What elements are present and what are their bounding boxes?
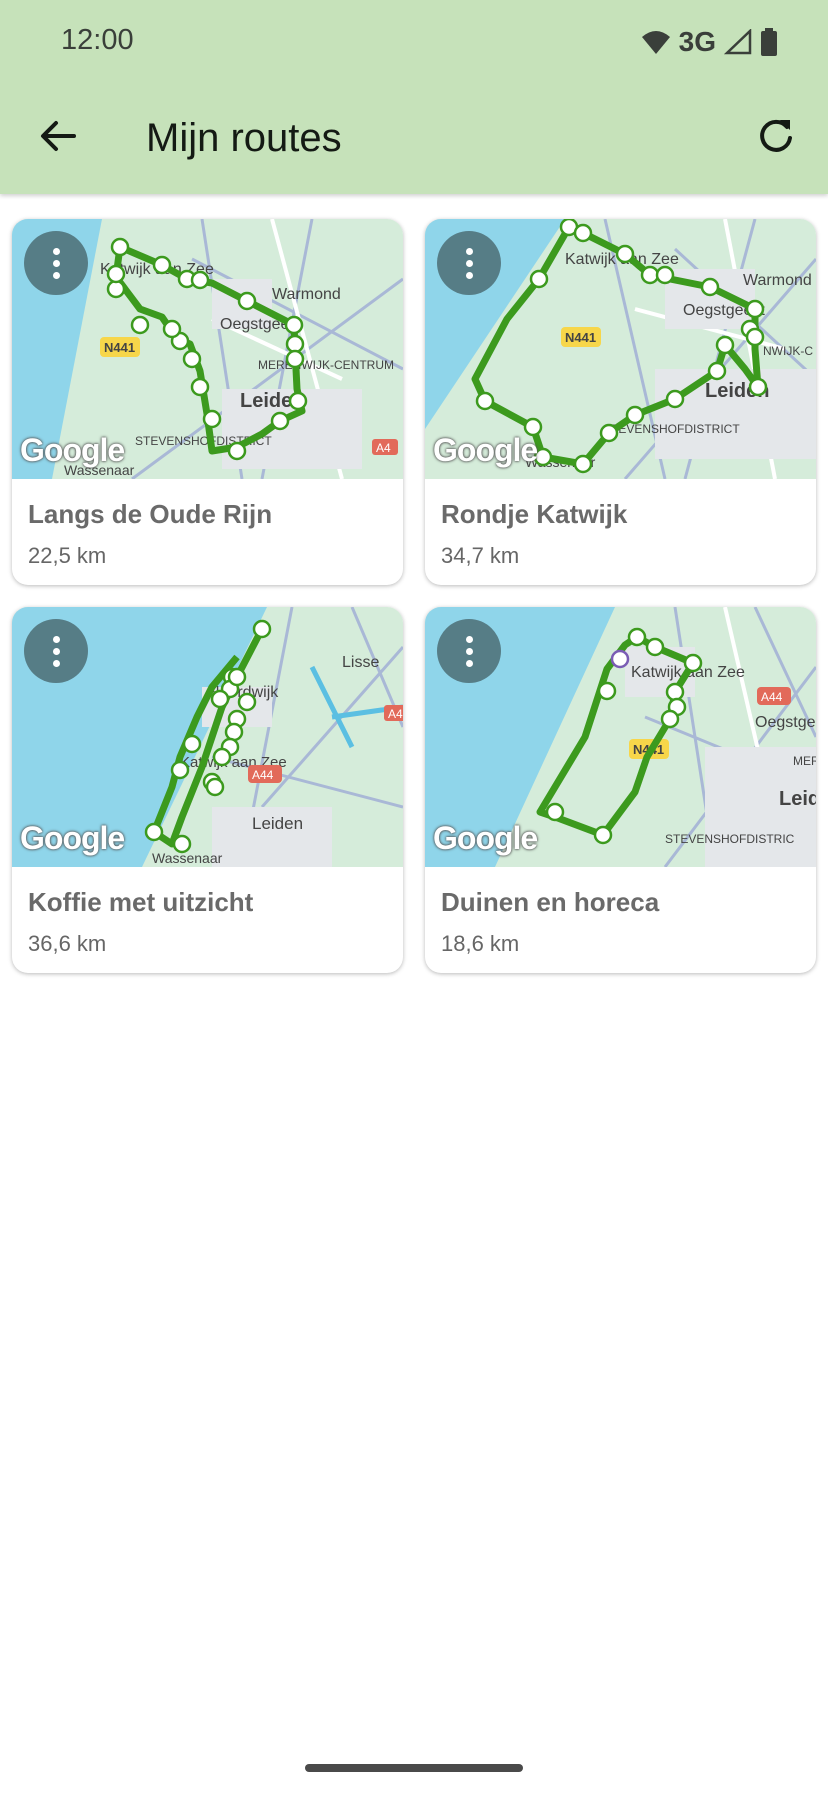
map-label: A4	[376, 441, 391, 455]
route-distance: 22,5 km	[28, 543, 107, 568]
map-label: Lisse	[342, 654, 379, 671]
route-distance: 18,6 km	[441, 931, 520, 956]
route-options-button[interactable]	[24, 619, 88, 683]
map-label: MER	[793, 754, 816, 768]
map-label: Wassenaar	[152, 850, 223, 866]
map-label: STEVENSHOFDISTRIC	[665, 832, 795, 846]
route-distance: 36,6 km	[28, 931, 107, 956]
google-logo: Google	[20, 820, 125, 856]
route-title: Langs de Oude Rijn	[28, 499, 273, 529]
route-options-button[interactable]	[437, 231, 501, 295]
route-options-button[interactable]	[24, 231, 88, 295]
google-logo: Google	[433, 432, 538, 468]
network-type: 3G	[678, 26, 716, 57]
map-label: Warmond	[743, 272, 812, 289]
route-title: Rondje Katwijk	[441, 499, 628, 529]
refresh-icon	[760, 119, 792, 152]
google-logo: Google	[433, 820, 538, 856]
route-options-button[interactable]	[437, 619, 501, 683]
map-label: A4	[388, 707, 403, 721]
map-label: NWIJK-C	[763, 344, 813, 358]
map-label: Oegstgeest	[755, 714, 816, 731]
signal-icon	[724, 29, 752, 55]
arrow-left-icon	[41, 121, 76, 151]
route-map[interactable]: Katwijk aan Zee A44 Oegstgeest N441 MER …	[425, 607, 816, 867]
google-logo: Google	[20, 432, 125, 468]
battery-icon	[761, 28, 777, 56]
map-label: N441	[104, 340, 135, 355]
map-label: MERENWIJK-CENTRUM	[258, 358, 394, 372]
route-card[interactable]: Katwijk aan Zee Warmond Oegstgeest N441 …	[12, 219, 403, 585]
map-label: A44	[252, 768, 274, 782]
map-label: Warmond	[272, 286, 341, 303]
back-button[interactable]	[30, 108, 86, 164]
route-map[interactable]: Lisse Noordwijk Katwijk aan Zee A44 Leid…	[12, 607, 403, 867]
route-distance: 34,7 km	[441, 543, 520, 568]
route-card[interactable]: Lisse Noordwijk Katwijk aan Zee A44 Leid…	[12, 607, 403, 973]
route-card[interactable]: Katwijk aan Zee A44 Oegstgeest N441 MER …	[425, 607, 816, 973]
map-label: Leiden	[252, 814, 303, 833]
route-map[interactable]: Katwijk aan Zee Warmond Oegstgeest N441 …	[425, 219, 816, 479]
refresh-button[interactable]	[748, 108, 804, 164]
status-icons: 3G	[641, 22, 778, 62]
route-map[interactable]: Katwijk aan Zee Warmond Oegstgeest N441 …	[12, 219, 403, 479]
route-title: Duinen en horeca	[441, 887, 660, 917]
map-label: Leid	[779, 788, 816, 810]
home-indicator[interactable]	[305, 1764, 523, 1772]
status-time: 12:00	[61, 24, 134, 56]
map-label: A44	[761, 690, 783, 704]
page-title: Mijn routes	[146, 116, 342, 160]
wifi-icon	[641, 31, 670, 54]
app-bar: 12:00 3G Mijn routes	[0, 0, 828, 194]
route-title: Koffie met uitzicht	[28, 887, 254, 917]
routes-grid: Katwijk aan Zee Warmond Oegstgeest N441 …	[12, 219, 816, 973]
route-card[interactable]: Katwijk aan Zee Warmond Oegstgeest N441 …	[425, 219, 816, 585]
map-label: N441	[565, 330, 596, 345]
